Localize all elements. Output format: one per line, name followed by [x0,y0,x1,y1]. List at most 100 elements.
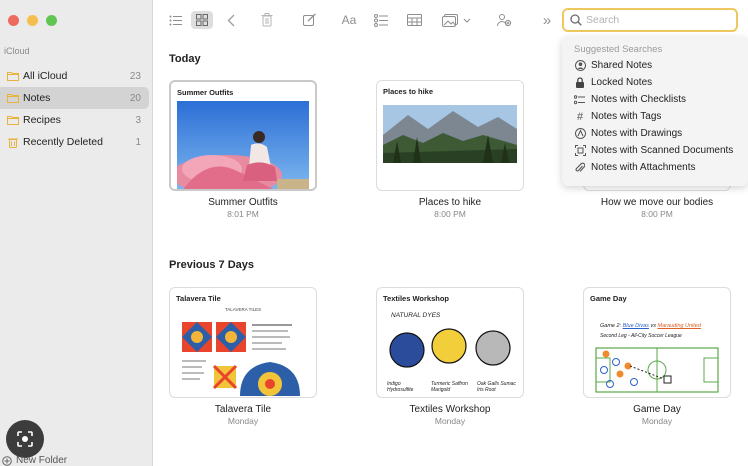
note-card[interactable]: Talavera Tile TALAVERA TILES Talavera Ti… [169,287,317,426]
window-controls [8,15,57,26]
sidebar-item-notes[interactable]: Notes 20 [0,87,149,109]
suggestion-drawings[interactable]: Notes with Drawings [562,125,748,142]
suggestion-attachments[interactable]: Notes with Attachments [562,159,748,176]
sidebar-item-label: All iCloud [23,70,68,82]
note-title: Talavera Tile [214,404,272,415]
checklist-icon [574,94,586,106]
screen-lens-button[interactable] [6,420,44,458]
thumbnail-title: Textiles Workshop [383,294,449,303]
search-input[interactable] [586,14,726,26]
suggestion-label: Notes with Tags [591,111,662,122]
note-date: Monday [641,416,673,426]
overflow-icon[interactable]: » [539,11,555,29]
folder-icon [7,71,19,81]
close-window-button[interactable] [8,15,19,26]
suggestions-heading: Suggested Searches [574,44,663,55]
suggestion-scanned-documents[interactable]: Notes with Scanned Documents [562,142,748,159]
suggestion-label: Shared Notes [591,60,653,71]
sidebar-item-count: 23 [129,70,141,82]
note-card[interactable]: Places to hike Places to hike 8:00 PM [376,80,524,219]
zoom-window-button[interactable] [46,15,57,26]
collaborate-icon[interactable] [495,11,513,29]
dye-sketch [383,326,517,375]
note-card[interactable]: Summer Outfits Summer Outfits 8:01 PM [169,80,317,219]
group-title-today: Today [169,53,201,65]
note-date: 8:00 PM [434,209,466,219]
suggestion-tags[interactable]: # Notes with Tags [562,108,748,125]
search-field[interactable] [562,8,738,32]
gameday-line2: Second Leg - All-City Soccer League [600,333,682,339]
trash-icon [7,137,19,148]
back-icon[interactable] [223,11,239,29]
plus-circle-icon [2,455,12,466]
sidebar: iCloud All iCloud 23 Notes 20 Recipes 3 … [0,0,153,466]
gameday-line1: Game 2: Blue Divas vs Marauding United [600,323,701,329]
media-icon[interactable] [440,11,474,29]
new-folder-button[interactable]: New Folder [2,455,67,466]
text-format-icon[interactable]: Aa [338,11,360,29]
note-date: 8:00 PM [641,209,673,219]
sketch-header: TALAVERA TILES [224,307,262,312]
caption-turmeric: Turmeric Saffron Marigold [431,381,468,393]
sidebar-item-recipes[interactable]: Recipes 3 [0,109,149,131]
thumbnail-title: Talavera Tile [176,294,221,303]
folder-icon [7,115,19,125]
suggestion-label: Locked Notes [591,77,653,88]
folder-list: All iCloud 23 Notes 20 Recipes 3 Recentl… [0,65,153,153]
sidebar-item-label: Recently Deleted [23,136,103,148]
note-card[interactable]: Textiles Workshop NATURAL DYES Indigo Hy… [376,287,524,426]
note-title: How we move our bodies [600,197,714,208]
sketch-heading: NATURAL DYES [391,312,441,319]
field-sketch [590,346,724,393]
lens-icon [17,431,33,447]
note-thumbnail[interactable]: Textiles Workshop NATURAL DYES Indigo Hy… [376,287,524,398]
thumbnail-title: Summer Outfits [177,88,234,97]
search-icon [570,14,582,26]
suggestion-checklists[interactable]: Notes with Checklists [562,91,748,108]
list-view-icon[interactable] [167,11,185,29]
suggestion-locked-notes[interactable]: Locked Notes [562,74,748,91]
suggestion-label: Notes with Scanned Documents [591,145,734,156]
note-card[interactable]: Game Day Game 2: Blue Divas vs Marauding… [583,287,731,426]
note-title: Textiles Workshop [409,404,491,415]
sidebar-section-label: iCloud [4,46,30,56]
suggested-searches-menu: Suggested Searches Shared Notes Locked N… [562,37,748,186]
lock-icon [574,77,586,89]
suggestion-label: Notes with Drawings [591,128,683,139]
suggestion-label: Notes with Attachments [591,162,696,173]
tag-icon: # [576,110,584,123]
team-a: Blue Divas [622,323,649,329]
caption-oak-galls: Oak Galls Sumac Iris Root [477,381,516,393]
drawing-icon [574,128,586,140]
new-folder-label: New Folder [16,455,68,466]
compose-icon[interactable] [301,11,319,29]
note-date: 8:01 PM [227,209,259,219]
caption-indigo: Indigo Hydrosulfite [387,381,414,393]
sidebar-item-count: 1 [135,136,141,148]
thumbnail-title: Game Day [590,294,627,303]
note-thumbnail[interactable]: Game Day Game 2: Blue Divas vs Marauding… [583,287,731,398]
note-date: Monday [227,416,259,426]
team-b: Marauding United [657,323,701,329]
suggestion-label: Notes with Checklists [591,94,687,105]
scan-icon [574,145,586,157]
sidebar-item-all-icloud[interactable]: All iCloud 23 [0,65,149,87]
minimize-window-button[interactable] [27,15,38,26]
shared-icon [574,60,586,72]
checklist-icon[interactable] [371,11,391,29]
sidebar-item-label: Recipes [23,114,61,126]
suggestion-shared-notes[interactable]: Shared Notes [562,57,748,74]
trash-icon[interactable] [258,11,276,29]
table-icon[interactable] [404,11,424,29]
note-title: Places to hike [418,197,482,208]
gallery-view-icon[interactable] [191,11,213,29]
note-thumbnail[interactable]: Places to hike [376,80,524,191]
note-thumbnail[interactable]: Talavera Tile TALAVERA TILES [169,287,317,398]
group-title-previous-7-days: Previous 7 Days [169,259,254,271]
folder-icon [7,93,19,103]
sidebar-item-recently-deleted[interactable]: Recently Deleted 1 [0,131,149,153]
tile-sketch [176,318,310,396]
note-thumbnail[interactable]: Summer Outfits [169,80,317,191]
photo-image [172,101,309,189]
game-label: Game 2: [600,323,622,329]
